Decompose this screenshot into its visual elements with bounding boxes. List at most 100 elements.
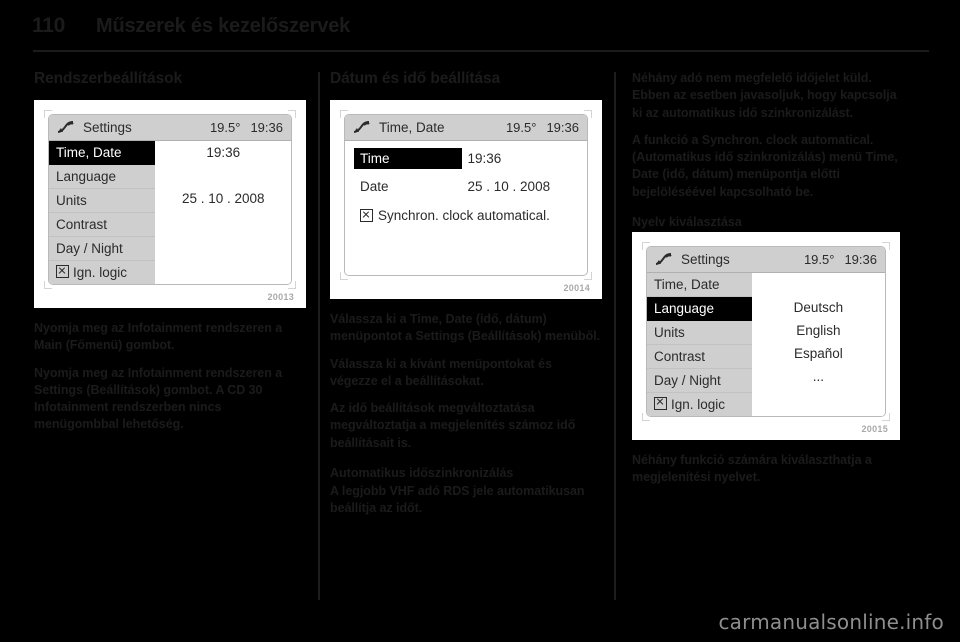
paragraph-sync-toggle: A funkció a Synchron. clock automatical.…: [632, 132, 898, 199]
menu-item-day-night[interactable]: Day / Night: [49, 237, 156, 261]
menu-item-label: Time, Date: [56, 145, 122, 160]
display-title: Time, Date: [379, 120, 445, 135]
crop-tick-top-right: [288, 110, 296, 118]
display-title: Settings: [83, 120, 132, 135]
display-temperature: 19.5°: [505, 120, 537, 135]
crop-tick-bottom-right: [584, 272, 592, 280]
menu-item-label: Units: [56, 193, 87, 208]
menu-item-label: Day / Night: [654, 372, 721, 388]
settings-wrench-icon: [56, 120, 75, 135]
paragraph-time-change: Az idő beállítások megváltoztatása megvá…: [330, 401, 576, 450]
checkbox-x-icon: [360, 209, 373, 222]
page-number: 110: [32, 14, 65, 37]
menu-item-label: Language: [56, 169, 117, 184]
value-language-more[interactable]: ...: [752, 365, 885, 388]
value-blank-1: [752, 273, 885, 296]
display-title-bar: Settings 19.5° 19:36: [49, 115, 291, 141]
value-blank-3: [155, 233, 291, 256]
menu-item-time-date[interactable]: Time, Date: [647, 273, 752, 297]
figure-caption: 20014: [563, 283, 590, 293]
crop-tick-bottom-left: [642, 412, 650, 421]
row-sync-clock[interactable]: Synchron. clock automatical.: [354, 208, 578, 223]
screen-frame: Time, Date 19.5° 19:36 Time 19:36 Date 2…: [340, 110, 592, 280]
figure-time-date-detail: Time, Date 19.5° 19:36 Time 19:36 Date 2…: [330, 100, 602, 299]
display-body: Time 19:36 Date 25 . 10 . 2008 Synchron.…: [345, 141, 587, 275]
crop-tick-bottom-left: [44, 281, 52, 289]
menu-item-label: Language: [654, 300, 715, 316]
sync-label: Synchron. clock automatical.: [378, 208, 550, 223]
row-time[interactable]: Time 19:36: [354, 148, 578, 169]
column-1: Rendszerbeállítások Settings 19.5° 19:36…: [34, 70, 306, 444]
value-blank-2: [155, 210, 291, 233]
display-title: Settings: [681, 251, 730, 267]
display-menu-list: Time, Date Language Units Contrast Day /…: [647, 272, 752, 416]
menu-item-label: Time, Date: [654, 276, 720, 292]
menu-item-language[interactable]: Language: [647, 296, 752, 321]
menu-item-contrast[interactable]: Contrast: [49, 213, 156, 237]
menu-item-label: Ign. logic: [73, 265, 128, 280]
row-value-time: 19:36: [467, 151, 502, 166]
section-heading-date-time: Dátum és idő beállítása: [330, 70, 500, 87]
value-language-english[interactable]: English: [752, 319, 885, 342]
paragraph-bad-signal: Néhány adó nem megfelelő időjelet küld. …: [632, 71, 897, 120]
crop-tick-bottom-left: [340, 272, 348, 280]
paragraph-settings-button: Nyomja meg az Infotainment rendszeren a …: [34, 365, 283, 432]
display-clock: 19:36: [250, 120, 283, 135]
watermark: carmanualsonline.info: [718, 610, 944, 634]
radio-display-2: Time, Date 19.5° 19:36 Time 19:36 Date 2…: [344, 114, 588, 276]
display-clock: 19:36: [546, 120, 579, 135]
menu-item-ign-logic[interactable]: Ign. logic: [49, 261, 155, 284]
menu-item-contrast[interactable]: Contrast: [647, 345, 752, 369]
row-date[interactable]: Date 25 . 10 . 2008: [354, 179, 578, 194]
value-date: 25 . 10 . 2008: [181, 191, 265, 206]
display-value-list: 19:36 25 . 10 . 2008: [155, 141, 291, 284]
menu-item-label: Units: [654, 324, 685, 340]
value-language-espanol[interactable]: Español: [752, 342, 885, 365]
display-clock: 19:36: [844, 251, 877, 267]
radio-display-3: Settings 19.5° 19:36 Time, Date Language…: [646, 245, 886, 417]
value-blank-1: [155, 164, 291, 187]
display-body: Time, Date Language Units Contrast Day /…: [49, 141, 291, 284]
menu-item-label: Contrast: [654, 348, 706, 364]
column-2: Dátum és idő beállítása Time, Date 19.5°…: [330, 70, 602, 527]
paragraph-main-button: Nyomja meg az Infotainment rendszeren a …: [34, 321, 283, 353]
column-divider-2: [614, 72, 616, 600]
menu-item-day-night[interactable]: Day / Night: [647, 369, 752, 393]
crop-tick-top-left: [44, 110, 52, 118]
column-divider-1: [318, 72, 320, 600]
screen-frame: Settings 19.5° 19:36 Time, Date Language…: [44, 110, 296, 289]
menu-item-time-date[interactable]: Time, Date: [49, 141, 156, 165]
menu-item-label: Ign. logic: [671, 396, 726, 412]
page-title: Műszerek és kezelőszervek: [95, 15, 351, 37]
checkbox-x-icon: [654, 396, 667, 410]
crop-tick-top-left: [340, 110, 348, 118]
display-value-list: Deutsch English Español ...: [751, 272, 885, 416]
display-menu-list: Time, Date Language Units Contrast Day /…: [49, 141, 156, 284]
value-language-deutsch[interactable]: Deutsch: [752, 296, 885, 319]
checkbox-x-icon: [56, 265, 69, 278]
menu-item-language[interactable]: Language: [49, 165, 156, 189]
settings-wrench-icon: [654, 252, 673, 267]
paragraph-display-language: Néhány funkció számára kiválaszthatja a …: [632, 452, 872, 484]
page-header: 110 Műszerek és kezelőszervek: [32, 14, 932, 44]
manual-page: 110 Műszerek és kezelőszervek Rendszerbe…: [0, 0, 960, 642]
crop-tick-top-left: [642, 241, 650, 250]
menu-item-units[interactable]: Units: [647, 321, 752, 345]
subheading-language-select: Nyelv kiválasztása: [632, 214, 742, 229]
figure-settings-time-date: Settings 19.5° 19:36 Time, Date Language…: [34, 100, 306, 308]
paragraph-select-time-date: Válassza ki a Time, Date (idő, dátum) me…: [330, 312, 601, 344]
value-time: 19:36: [206, 145, 241, 160]
menu-item-ign-logic[interactable]: Ign. logic: [647, 393, 752, 416]
paragraph-select-items: Válassza ki a kívánt menüpontokat és vég…: [330, 356, 552, 388]
value-blank-2: [752, 388, 885, 411]
header-rule: [33, 50, 929, 52]
figure-caption: 20015: [861, 423, 888, 434]
menu-item-units[interactable]: Units: [49, 189, 156, 213]
subheading-auto-sync: Automatikus időszinkronizálás: [330, 465, 514, 480]
display-title-bar: Time, Date 19.5° 19:36: [345, 115, 587, 141]
row-label-date: Date: [360, 179, 389, 194]
column-3: Néhány adó nem megfelelő időjelet küld. …: [632, 70, 900, 496]
paragraph-rds-sync: A legjobb VHF adó RDS jele automatikusan…: [330, 483, 585, 515]
display-temperature: 19.5°: [803, 251, 835, 267]
display-temperature: 19.5°: [209, 120, 241, 135]
